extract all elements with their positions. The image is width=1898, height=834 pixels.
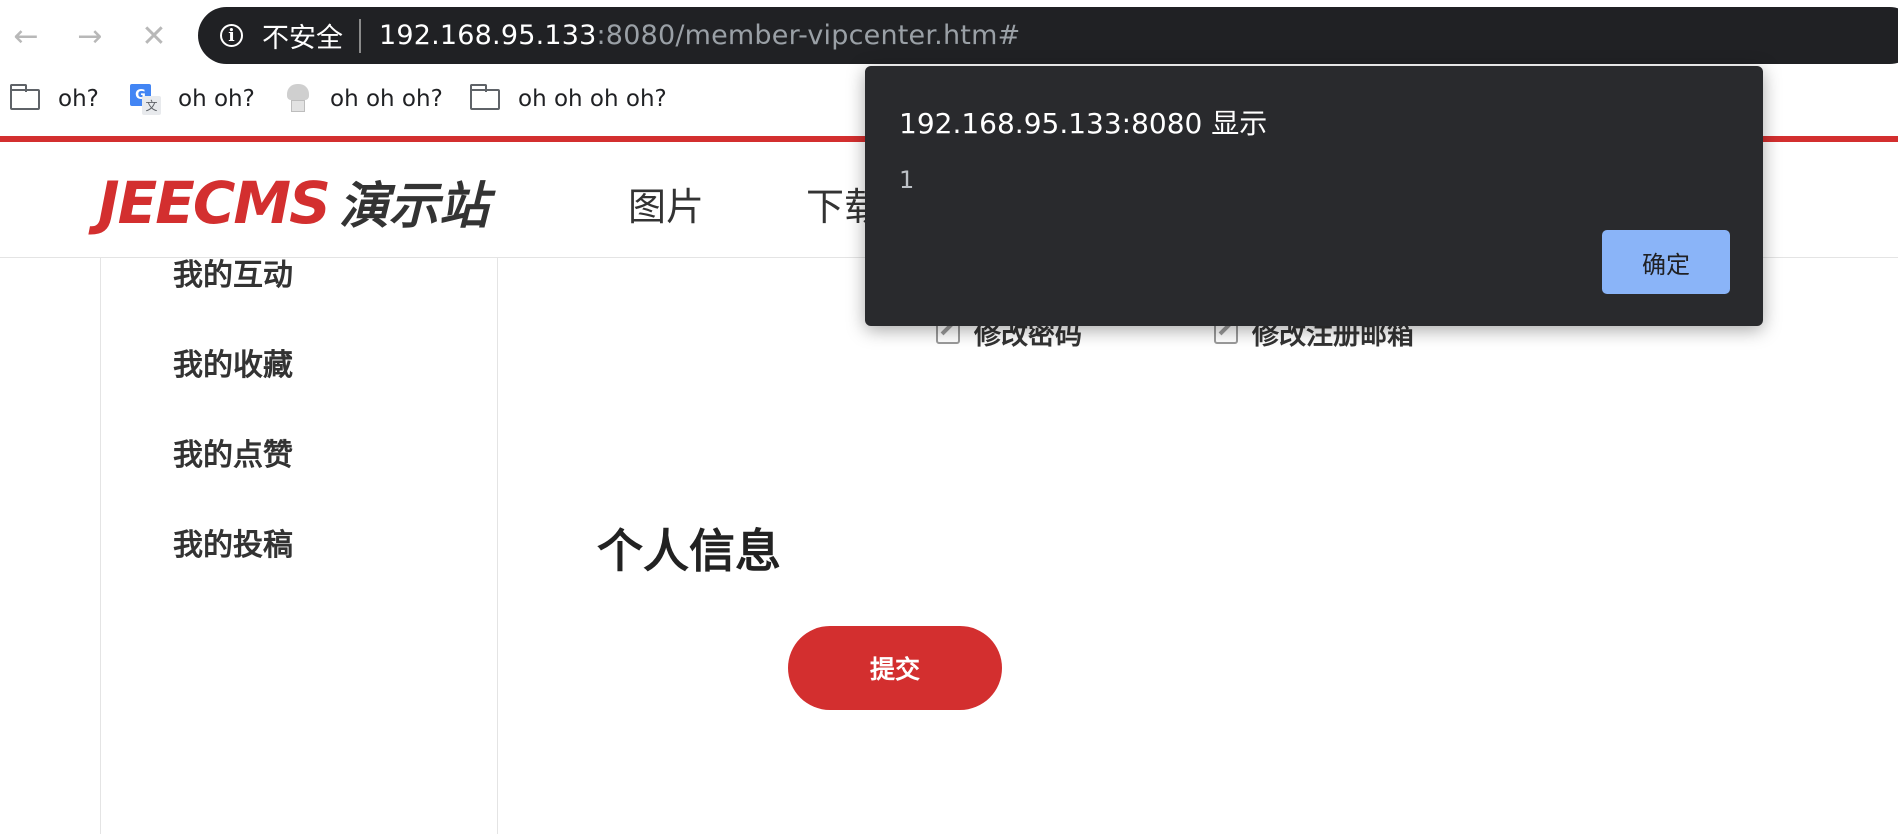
site-logo[interactable]: JEECMS 演示站 xyxy=(98,166,489,238)
security-label[interactable]: 不安全 xyxy=(262,16,343,55)
omnibox-divider xyxy=(359,18,361,53)
bookmark-label: oh oh oh oh? xyxy=(518,86,667,112)
folder-icon xyxy=(470,83,500,110)
dialog-message: 1 xyxy=(899,166,915,194)
bookmark-label: oh? xyxy=(58,86,99,112)
bookmark-item[interactable]: oh? xyxy=(10,83,99,114)
dialog-title: 192.168.95.133:8080 显示 xyxy=(899,107,1268,140)
forward-arrow-icon[interactable]: → xyxy=(70,16,110,56)
address-bar[interactable]: i 不安全 192.168.95.133:8080/member-vipcent… xyxy=(198,7,1898,64)
url-path: :8080/member-vipcenter.htm# xyxy=(596,20,1021,51)
bookmark-label: oh oh? xyxy=(178,86,255,112)
browser-toolbar: ← → ✕ i 不安全 192.168.95.133:8080/member-v… xyxy=(0,0,1898,70)
translate-icon: G文 xyxy=(130,84,161,115)
info-icon[interactable]: i xyxy=(220,24,243,47)
member-sidebar: 我的互动 我的收藏 我的点赞 我的投稿 xyxy=(100,258,498,834)
sidebar-item-interactions[interactable]: 我的互动 xyxy=(173,258,293,294)
chef-hat-icon xyxy=(284,84,312,114)
sidebar-item-favorites[interactable]: 我的收藏 xyxy=(173,340,293,384)
alert-dialog: 192.168.95.133:8080 显示 1 确定 xyxy=(865,66,1763,326)
section-title: 个人信息 xyxy=(597,524,781,578)
sidebar-item-submissions[interactable]: 我的投稿 xyxy=(173,520,293,564)
folder-icon xyxy=(10,83,40,110)
bookmark-label: oh oh oh? xyxy=(330,86,443,112)
sidebar-item-likes[interactable]: 我的点赞 xyxy=(173,430,293,474)
submit-button[interactable]: 提交 xyxy=(788,626,1002,710)
logo-latin-text: JEECMS xyxy=(98,169,331,237)
bookmark-item[interactable]: oh oh oh? xyxy=(284,84,443,114)
logo-cjk-text: 演示站 xyxy=(338,177,489,235)
url-text[interactable]: 192.168.95.133:8080/member-vipcenter.htm… xyxy=(379,20,1020,51)
stop-loading-icon[interactable]: ✕ xyxy=(134,16,174,56)
bookmark-item[interactable]: G文 oh oh? xyxy=(130,84,255,115)
url-host: 192.168.95.133 xyxy=(379,20,597,51)
dialog-ok-button[interactable]: 确定 xyxy=(1602,230,1730,294)
nav-item-images[interactable]: 图片 xyxy=(628,176,704,231)
bookmark-item[interactable]: oh oh oh oh? xyxy=(470,83,667,114)
back-arrow-icon[interactable]: ← xyxy=(6,16,46,56)
